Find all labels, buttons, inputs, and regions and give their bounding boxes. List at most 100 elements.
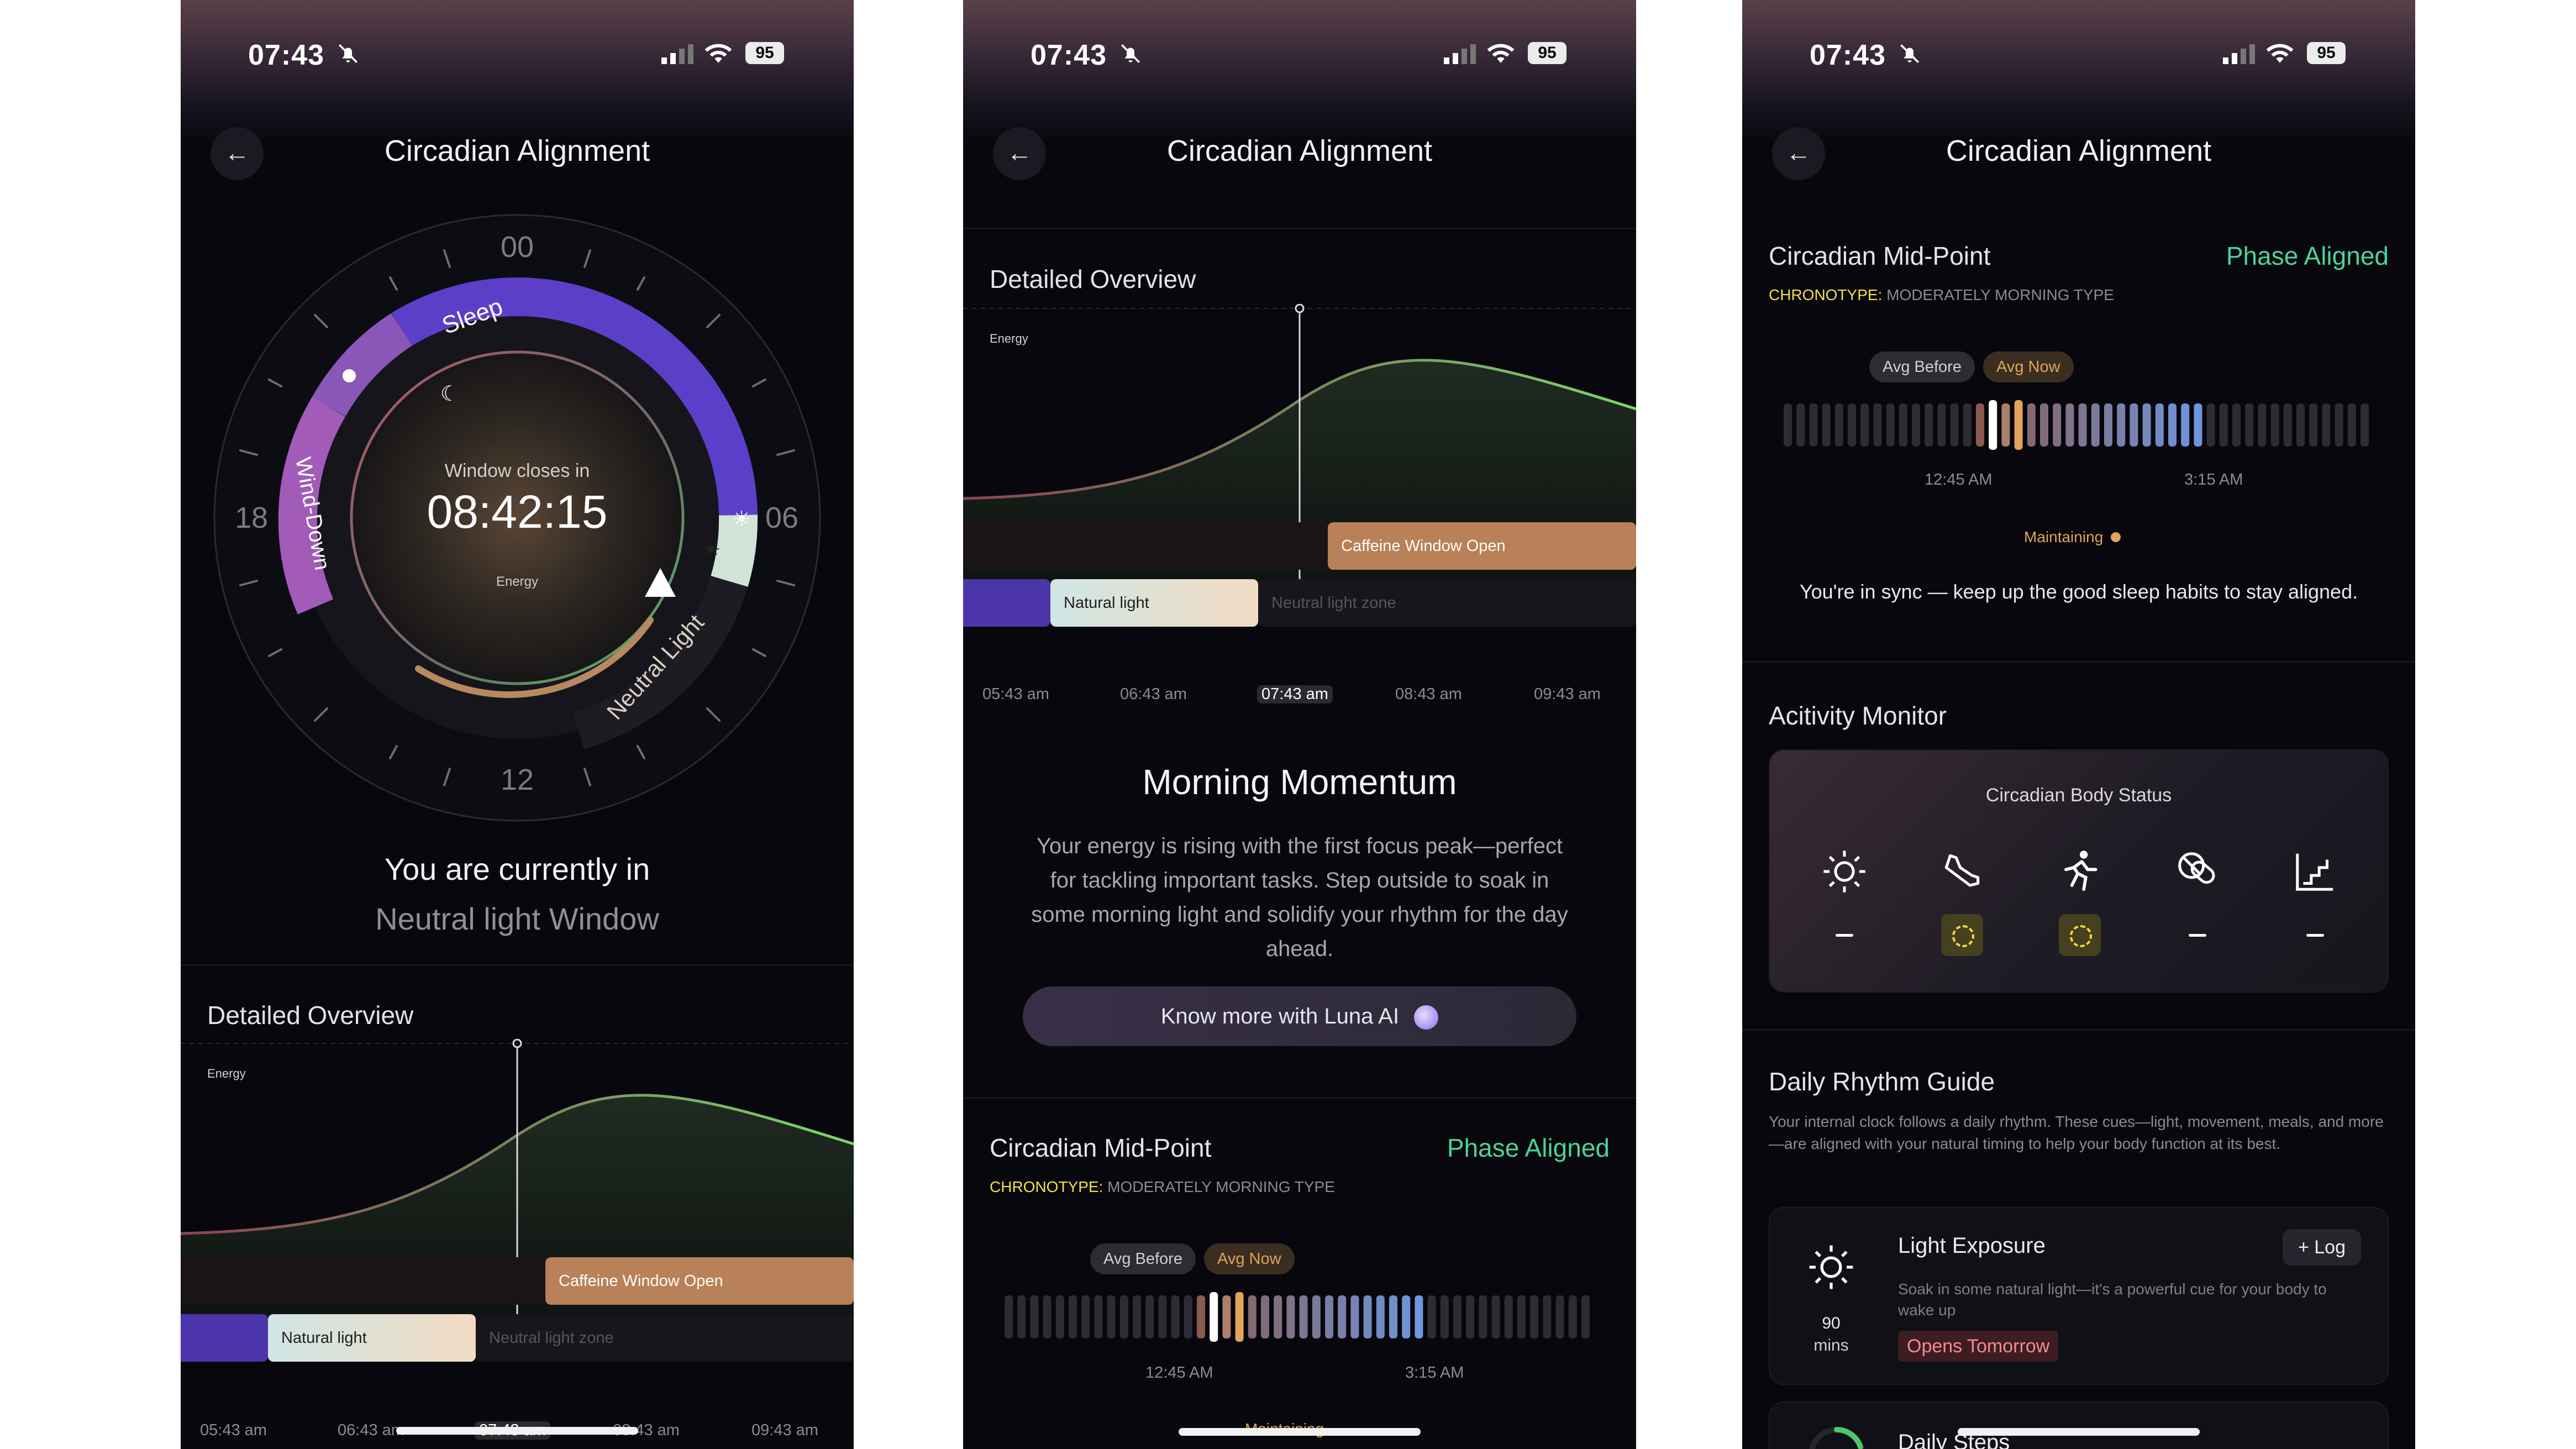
midpoint-bar <box>2283 403 2292 447</box>
overview-chart[interactable]: Energy Caffeine Window Open Natural ligh… <box>181 1039 854 1449</box>
midpoint-bar <box>1222 1295 1231 1338</box>
midpoint-bar <box>2296 403 2305 447</box>
tick-label: 09:43 am <box>751 1421 818 1439</box>
midpoint-bar <box>1415 1295 1423 1338</box>
rhythm-body: Your internal clock follows a daily rhyt… <box>1769 1113 2384 1152</box>
midpoint-bar <box>1261 1295 1269 1338</box>
midpoint-bar <box>1171 1295 1180 1338</box>
battery-indicator: 95 <box>1528 42 1566 64</box>
midpoint-bar <box>1274 1295 1282 1338</box>
midpoint-bar <box>1325 1295 1333 1338</box>
midpoint-bars <box>1784 400 2369 450</box>
midpoint-bar <box>1069 1295 1077 1338</box>
overview-chart[interactable]: Energy Caffeine Window Open Natural ligh… <box>963 304 1636 704</box>
home-indicator[interactable] <box>1179 1428 1421 1436</box>
midpoint-bars <box>1005 1292 1590 1342</box>
midpoint-bar <box>2117 403 2126 447</box>
midpoint-bar <box>1055 1295 1064 1338</box>
midpoint-bar <box>1017 1295 1026 1338</box>
circadian-dial[interactable]: 00 06 12 18 Sleep Wind-Down Neutral Ligh… <box>181 210 854 829</box>
midpoint-bar <box>1912 403 1920 447</box>
midpoint-bar-strip <box>1784 400 2369 450</box>
midpoint-bar <box>1937 403 1946 447</box>
screen-midpoint-activity: 07:43 95 ← Circadian Alignment Circadian… <box>1742 0 2415 1449</box>
sleep-band <box>963 579 1050 627</box>
luna-orb-icon <box>1414 1005 1439 1030</box>
light-minutes-unit: mins <box>1813 1336 1849 1355</box>
midpoint-bar <box>1568 1295 1577 1338</box>
steps-progress-ring <box>1809 1427 1864 1449</box>
neutral-light-zone-bar[interactable]: Neutral light zone <box>1258 579 1636 627</box>
natural-light-bar[interactable]: Natural light <box>268 1314 476 1362</box>
status-dash <box>1836 934 1853 937</box>
top-gradient <box>1742 0 2415 144</box>
daily-steps-card[interactable]: Daily Steps <box>1769 1401 2389 1449</box>
light-exposure-card[interactable]: 90 mins Light Exposure + Log Soak in som… <box>1769 1207 2389 1385</box>
midpoint-bar <box>1338 1295 1347 1338</box>
momentum-body: Your energy is rising with the first foc… <box>1031 834 1568 961</box>
home-indicator[interactable] <box>396 1427 638 1435</box>
midpoint-bar <box>1809 403 1818 447</box>
midpoint-bar <box>1043 1295 1052 1338</box>
midpoint-bar <box>1350 1295 1359 1338</box>
body-status-card[interactable]: Circadian Body Status <box>1769 749 2389 993</box>
midpoint-bar <box>1427 1295 1436 1338</box>
midpoint-bar <box>1107 1295 1116 1338</box>
midpoint-bar <box>1466 1295 1475 1338</box>
caffeine-window-bar[interactable]: Caffeine Window Open <box>545 1257 854 1305</box>
top-gradient <box>963 0 1636 144</box>
countdown-timer: 08:42:15 <box>427 486 608 538</box>
sleep-band <box>181 1314 268 1362</box>
status-bar: 07:43 95 <box>181 39 854 72</box>
sun-icon <box>1823 851 1865 893</box>
running-icon <box>2064 851 2097 891</box>
section-divider <box>963 1097 1636 1099</box>
home-indicator[interactable] <box>1958 1428 2200 1436</box>
midpoint-bar <box>1899 403 1907 447</box>
midpoint-bar <box>1005 1295 1013 1338</box>
overview-title: Detailed Overview <box>990 265 1196 293</box>
midpoint-bar <box>1834 403 1843 447</box>
midpoint-bar <box>2104 403 2112 447</box>
battery-indicator: 95 <box>745 42 784 64</box>
luna-ai-button[interactable]: Know more with Luna AI <box>1023 986 1576 1046</box>
wifi-icon <box>705 44 732 63</box>
momentum-title: Morning Momentum <box>1142 762 1457 802</box>
midpoint-bar <box>1081 1295 1090 1338</box>
chronotype-key: CHRONOTYPE: <box>1769 286 1883 303</box>
pending-status-icon <box>1941 914 1983 956</box>
status-dash <box>2306 934 2324 937</box>
midpoint-bar <box>1440 1295 1449 1338</box>
page-title: Circadian Alignment <box>1946 134 2212 167</box>
log-button[interactable]: + Log <box>2282 1229 2361 1266</box>
tick-label: 05:43 am <box>200 1421 267 1439</box>
midpoint-bar <box>1886 403 1895 447</box>
midpoint-title: Circadian Mid-Point <box>1769 242 1991 270</box>
chart-energy-label: Energy <box>990 332 1028 345</box>
neutral-light-zone-bar[interactable]: Neutral light zone <box>476 1314 854 1362</box>
midpoint-bar <box>2245 403 2254 447</box>
midpoint-bar <box>2014 400 2023 450</box>
status-time: 07:43 <box>248 39 324 71</box>
caffeine-window-bar[interactable]: Caffeine Window Open <box>1328 522 1636 570</box>
status-dash <box>2189 934 2206 937</box>
wifi-icon <box>1487 44 1515 63</box>
screen-circadian-dial: 07:43 95 ← Circadian Alignment 00 06 12 … <box>181 0 854 1449</box>
section-divider <box>1742 1029 2415 1031</box>
midpoint-bar <box>1453 1295 1462 1338</box>
maintaining-label: Maintaining <box>2024 528 2104 545</box>
sun-icon <box>1809 1245 1853 1289</box>
hour-12: 12 <box>501 763 534 796</box>
midpoint-bar <box>1197 1295 1205 1338</box>
midpoint-bar <box>1848 403 1856 447</box>
avg-now-chip: Avg Now <box>1983 351 2074 382</box>
wifi-icon <box>2266 44 2294 63</box>
hour-00: 00 <box>501 230 534 264</box>
moon-segment-icon <box>343 369 356 382</box>
maintaining-status: Maintaining <box>2024 528 2121 546</box>
light-exposure-title: Light Exposure <box>1898 1233 2046 1258</box>
natural-light-bar[interactable]: Natural light <box>1050 579 1258 627</box>
midpoint-bar <box>2155 403 2164 447</box>
luna-ai-label: Know more with Luna AI <box>1160 1004 1400 1028</box>
midpoint-bar <box>1543 1295 1552 1338</box>
